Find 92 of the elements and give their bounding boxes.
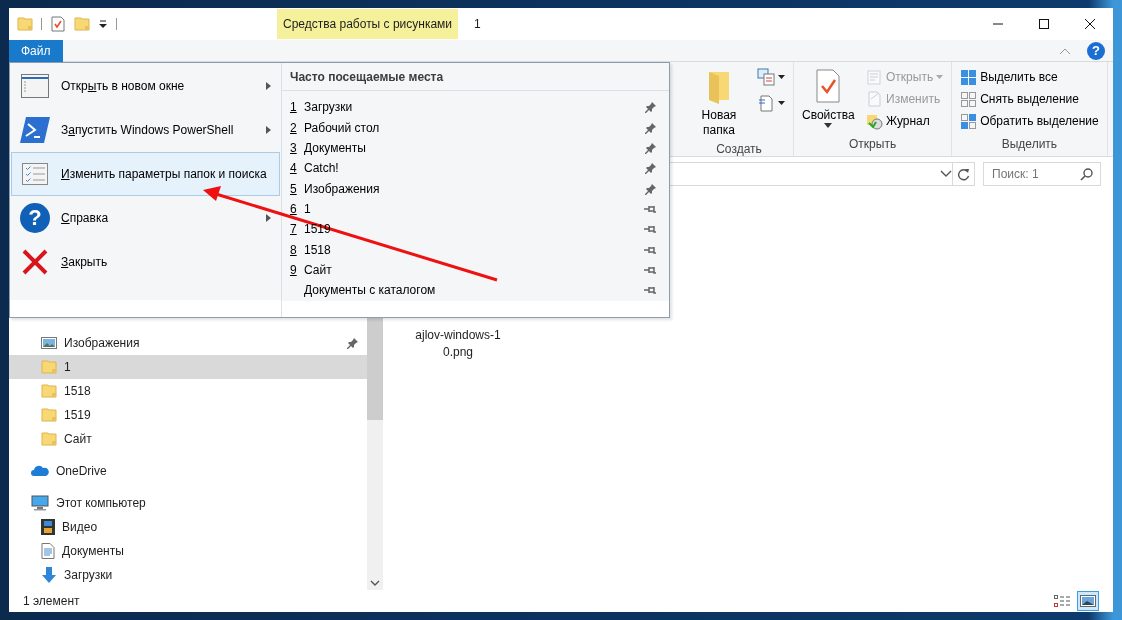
customize-dropdown-icon[interactable] bbox=[98, 19, 108, 29]
pin-icon bbox=[645, 162, 657, 175]
new-folder-button[interactable]: Новая папка bbox=[691, 66, 747, 140]
close-icon bbox=[1084, 19, 1096, 29]
nav-item[interactable]: OneDrive bbox=[9, 459, 367, 483]
open-icon bbox=[866, 68, 883, 86]
select-none-icon bbox=[960, 90, 978, 108]
menu-item[interactable]: Закрыть bbox=[11, 240, 280, 284]
help-button[interactable]: ? bbox=[1087, 41, 1105, 60]
close-icon bbox=[22, 249, 48, 275]
nav-item[interactable]: Этот компьютер bbox=[9, 491, 367, 515]
details-icon bbox=[1054, 595, 1070, 607]
cloud-icon bbox=[31, 465, 49, 477]
nav-item[interactable]: 1 bbox=[9, 355, 367, 379]
folder-icon bbox=[41, 359, 57, 375]
properties-button[interactable]: Свойства bbox=[800, 66, 856, 132]
ribbon-tab[interactable]: Файл bbox=[9, 39, 63, 62]
caret-icon bbox=[778, 101, 785, 105]
folder-icon bbox=[41, 383, 57, 399]
chevron-down-icon[interactable] bbox=[940, 170, 952, 178]
pin-icon bbox=[645, 141, 657, 154]
caret-icon bbox=[778, 75, 785, 79]
menu-item[interactable]: Открыть в новом окне bbox=[11, 64, 280, 108]
nav-item[interactable]: Изображения bbox=[9, 331, 367, 355]
unpinned-icon bbox=[643, 224, 657, 235]
nav-item[interactable]: Загрузки bbox=[9, 563, 367, 587]
pin-icon bbox=[645, 101, 657, 114]
checklist-icon bbox=[22, 163, 48, 185]
unpinned-icon bbox=[643, 285, 657, 296]
nav-item[interactable]: Сайт bbox=[9, 427, 367, 451]
search-icon bbox=[1080, 168, 1093, 181]
group-label: Открыть bbox=[848, 136, 898, 153]
recent-place[interactable]: Документы с каталогом bbox=[282, 280, 669, 301]
recent-place[interactable]: 1 Загрузки bbox=[282, 97, 669, 118]
unpinned-icon bbox=[643, 244, 657, 255]
refresh-icon bbox=[957, 167, 970, 181]
properties-icon[interactable] bbox=[50, 16, 66, 32]
unpinned-icon bbox=[643, 265, 657, 276]
ribbon-button[interactable]: Обратить выделение bbox=[958, 110, 1101, 132]
unpinned-icon bbox=[643, 203, 657, 214]
pin-icon bbox=[645, 182, 657, 195]
group-label: Выделить bbox=[1000, 136, 1059, 153]
terminal-icon bbox=[20, 117, 50, 143]
recent-place[interactable]: 5 Изображения bbox=[282, 178, 669, 199]
computer-icon bbox=[31, 495, 49, 511]
nav-item[interactable]: Видео bbox=[9, 515, 367, 539]
menu-item[interactable]: Изменить параметры папок и поиска bbox=[11, 152, 280, 196]
new-item-button[interactable] bbox=[755, 66, 787, 88]
recent-place[interactable]: 6 1 bbox=[282, 198, 669, 220]
menu-item[interactable]: ? Справка bbox=[11, 196, 280, 240]
nav-item[interactable]: 1519 bbox=[9, 403, 367, 427]
pin-icon bbox=[347, 337, 359, 349]
scroll-down-icon[interactable] bbox=[370, 580, 380, 586]
copy-icon bbox=[757, 68, 775, 86]
ribbon-button[interactable]: Журнал bbox=[864, 110, 946, 132]
window-title: 1 bbox=[474, 16, 481, 33]
recent-place[interactable]: 3 Документы bbox=[282, 137, 669, 159]
film-icon bbox=[41, 519, 55, 535]
recent-place[interactable]: 7 1519 bbox=[282, 219, 669, 240]
picture-icon bbox=[1080, 595, 1096, 607]
collapse-ribbon-icon[interactable] bbox=[1059, 46, 1071, 55]
menu-item[interactable]: Запустить Windows PowerShell bbox=[11, 108, 280, 152]
group-label: Создать bbox=[715, 141, 763, 158]
document-icon bbox=[41, 543, 55, 559]
refresh-button[interactable] bbox=[952, 162, 975, 186]
recent-place[interactable]: 4 Catch! bbox=[282, 158, 669, 179]
section-heading: Часто посещаемые места bbox=[282, 63, 669, 91]
folder-icon bbox=[41, 431, 57, 447]
file-name[interactable]: ajlov-windows-1 0.png bbox=[403, 327, 513, 361]
document-icon bbox=[757, 94, 775, 112]
large-icons-view-button[interactable] bbox=[1077, 591, 1099, 611]
status-text: 1 элемент bbox=[23, 593, 80, 610]
help-icon: ? bbox=[20, 203, 50, 233]
select-all-icon bbox=[960, 68, 978, 86]
ribbon-button[interactable]: Выделить все bbox=[958, 66, 1101, 88]
history-icon bbox=[866, 112, 883, 130]
search-field[interactable]: Поиск: 1 bbox=[983, 162, 1101, 186]
recent-place[interactable]: 9 Сайт bbox=[282, 259, 669, 281]
recent-place[interactable]: 8 1518 bbox=[282, 239, 669, 260]
contextual-tab-title: Средства работы с рисунками bbox=[277, 9, 459, 39]
folder-icon bbox=[41, 407, 57, 423]
nav-item[interactable]: 1518 bbox=[9, 379, 367, 403]
edit-icon bbox=[866, 90, 883, 108]
invert-selection-icon bbox=[960, 112, 978, 130]
ribbon-button[interactable]: Снять выделение bbox=[958, 88, 1101, 110]
pin-icon bbox=[645, 121, 657, 134]
recent-place[interactable]: 2 Рабочий стол bbox=[282, 117, 669, 138]
picture-icon bbox=[41, 336, 57, 350]
window-icon bbox=[21, 74, 49, 98]
nav-item[interactable]: Документы bbox=[9, 539, 367, 563]
maximize-icon bbox=[1038, 19, 1050, 29]
download-icon bbox=[41, 567, 57, 583]
